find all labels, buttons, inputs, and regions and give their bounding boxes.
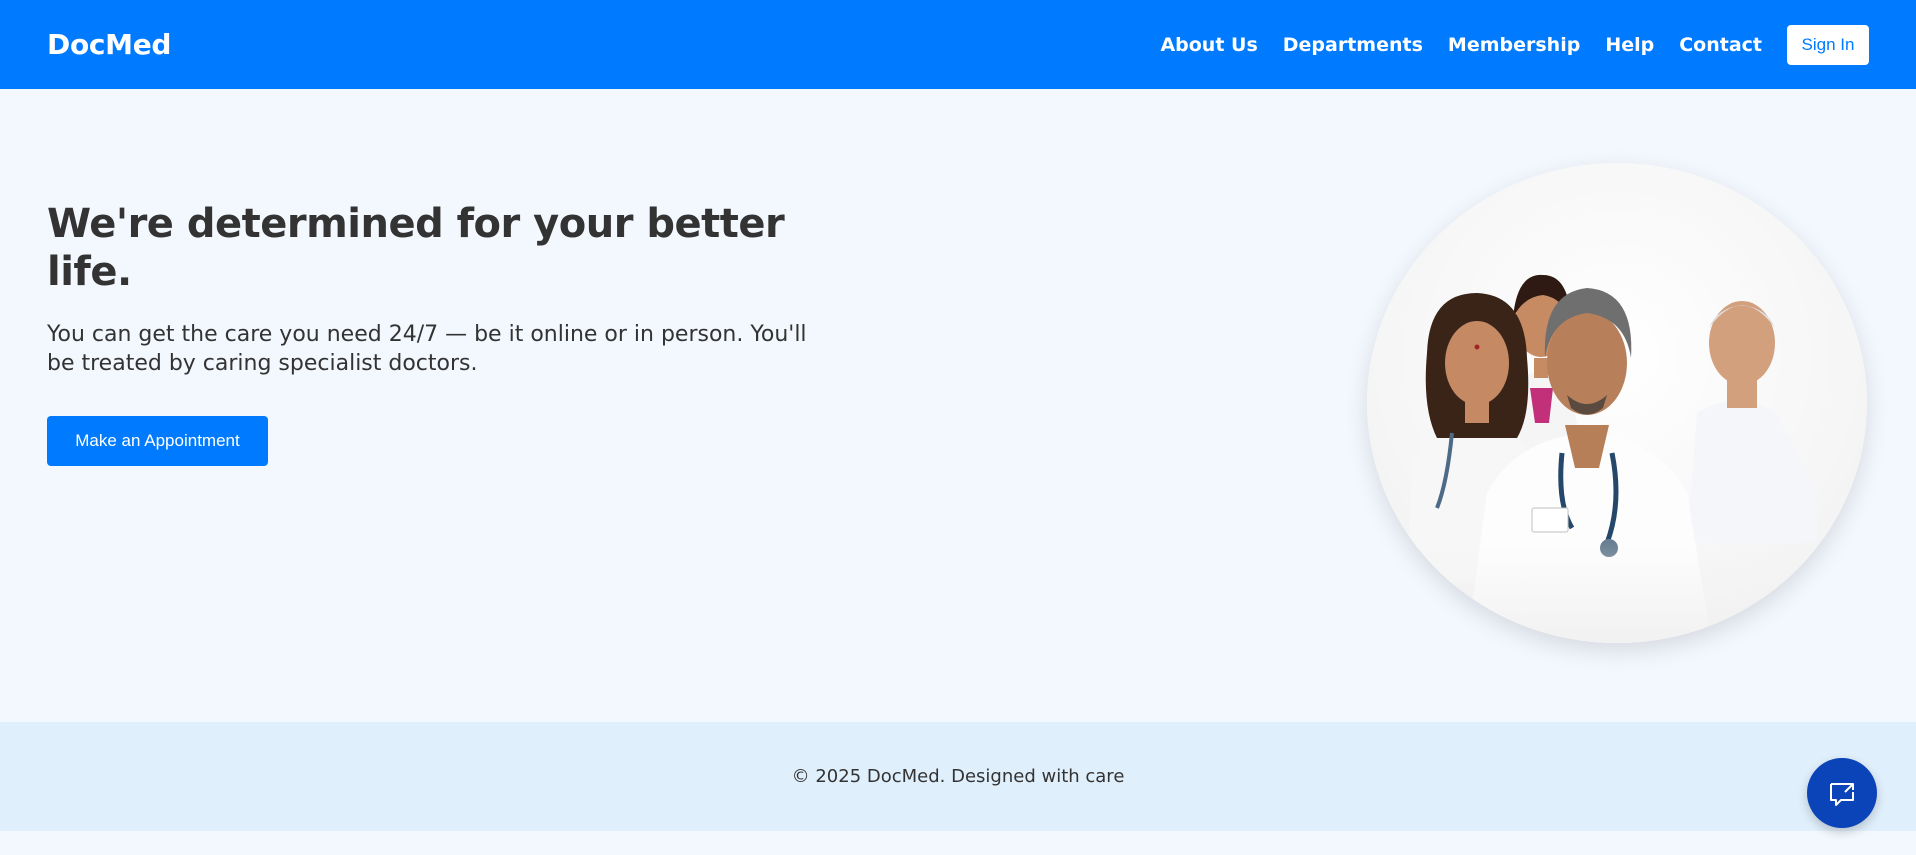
site-footer: © 2025 DocMed. Designed with care (0, 722, 1916, 831)
nav-link-about-us[interactable]: About Us (1160, 34, 1257, 56)
top-navbar: DocMed About Us Departments Membership H… (0, 0, 1916, 89)
nav-link-departments[interactable]: Departments (1283, 34, 1423, 56)
chat-bubble-icon (1830, 783, 1854, 806)
doctor-figure-right (1687, 301, 1817, 543)
chat-button[interactable] (1807, 758, 1877, 828)
nav-link-help[interactable]: Help (1605, 34, 1654, 56)
doctors-illustration (1367, 274, 1867, 643)
doctors-team-photo (1367, 163, 1867, 643)
nav-links: About Us Departments Membership Help Con… (1160, 24, 1869, 65)
nav-link-contact[interactable]: Contact (1679, 34, 1762, 56)
hero-subtitle: You can get the care you need 24/7 — be … (47, 322, 807, 376)
hero-section: We're determined for your better life. Y… (0, 89, 1916, 722)
footer-copyright: © 2025 DocMed. Designed with care (791, 766, 1125, 787)
make-appointment-button[interactable]: Make an Appointment (47, 416, 268, 466)
hero-title: We're determined for your better life. (47, 201, 785, 295)
hero-text-block: We're determined for your better life. Y… (47, 200, 807, 466)
sign-in-button[interactable]: Sign In (1787, 24, 1869, 65)
brand-logo[interactable]: DocMed (47, 28, 171, 61)
nav-link-membership[interactable]: Membership (1448, 34, 1580, 56)
